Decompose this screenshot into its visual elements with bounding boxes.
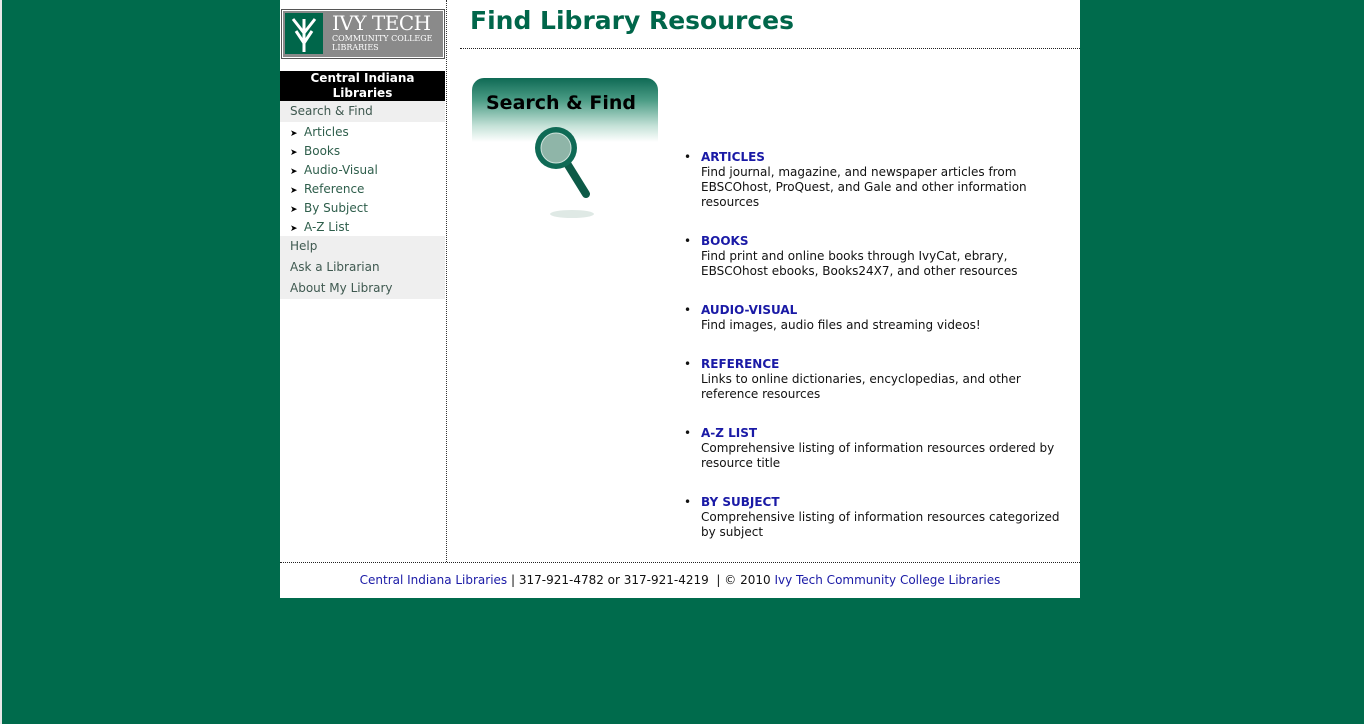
nav-item-label: By Subject	[304, 201, 369, 215]
resource-item-articles: • ARTICLES Find journal, magazine, and n…	[684, 150, 1076, 234]
a-z-list-link[interactable]: A-Z LIST	[701, 426, 1076, 441]
resource-item-a-z-list: • A-Z LIST Comprehensive listing of info…	[684, 426, 1076, 495]
footer-divider	[280, 562, 1080, 563]
page-title: Find Library Resources	[470, 6, 795, 35]
title-divider	[460, 48, 1080, 49]
logo-subtitle: COMMUNITY COLLEGE LIBRARIES	[332, 34, 433, 52]
nav-item-articles[interactable]: ➤ Articles	[280, 123, 445, 144]
nav-ask-a-librarian[interactable]: Ask a Librarian	[280, 257, 445, 278]
resource-item-audio-visual: • AUDIO-VISUAL Find images, audio files …	[684, 303, 1076, 357]
nav-help[interactable]: Help	[280, 236, 445, 257]
books-link[interactable]: BOOKS	[701, 234, 1076, 249]
articles-link[interactable]: ARTICLES	[701, 150, 1076, 165]
sidebar: IVY TECH COMMUNITY COLLEGE LIBRARIES Cen…	[280, 0, 447, 562]
nav-item-label: Audio-Visual	[304, 163, 378, 177]
books-description: Find print and online books through IvyC…	[701, 249, 1018, 278]
nav-item-audio-visual[interactable]: ➤ Audio-Visual	[280, 161, 445, 182]
bullet: •	[684, 234, 692, 248]
audio-visual-link[interactable]: AUDIO-VISUAL	[701, 303, 1076, 318]
bullet: •	[684, 150, 692, 164]
nav-item-label: Reference	[304, 182, 365, 196]
bullet: •	[684, 357, 692, 371]
resource-item-by-subject: • BY SUBJECT Comprehensive listing of in…	[684, 495, 1076, 549]
bullet: •	[684, 495, 692, 509]
nav-item-reference[interactable]: ➤ Reference	[280, 180, 445, 201]
logo-title: IVY TECH	[332, 11, 431, 35]
site-title-line2: Libraries	[332, 86, 393, 100]
site-title-line1: Central Indiana	[310, 71, 415, 85]
resource-list: • ARTICLES Find journal, magazine, and n…	[684, 150, 1076, 549]
nav-item-by-subject[interactable]: ➤ By Subject	[280, 199, 445, 220]
resource-item-reference: • REFERENCE Links to online dictionaries…	[684, 357, 1076, 426]
a-z-list-description: Comprehensive listing of information res…	[701, 441, 1055, 470]
ivy-leaf-icon	[285, 13, 323, 54]
articles-description: Find journal, magazine, and newspaper ar…	[701, 165, 1027, 209]
footer-college-link[interactable]: Ivy Tech Community College Libraries	[774, 573, 1000, 587]
nav-about-my-library[interactable]: About My Library	[280, 278, 445, 299]
page-container: IVY TECH COMMUNITY COLLEGE LIBRARIES Cen…	[280, 0, 1080, 598]
nav-search-find[interactable]: Search & Find	[280, 101, 445, 122]
footer-contact-text: | 317-921-4782 or 317-921-4219 | © 2010	[507, 573, 775, 587]
nav-item-label: Articles	[304, 125, 349, 139]
nav-item-label: A-Z List	[304, 220, 350, 234]
logo-subtitle-line1: COMMUNITY COLLEGE	[332, 34, 433, 43]
bullet: •	[684, 303, 692, 317]
magnifying-glass-icon	[535, 127, 594, 218]
site-title: Central Indiana Libraries	[280, 71, 445, 101]
audio-visual-description: Find images, audio files and streaming v…	[701, 318, 981, 332]
footer-org-link[interactable]: Central Indiana Libraries	[360, 573, 508, 587]
nav-item-books[interactable]: ➤ Books	[280, 142, 445, 163]
reference-link[interactable]: REFERENCE	[701, 357, 1076, 372]
window-edge	[0, 0, 2, 724]
logo-subtitle-line2: LIBRARIES	[332, 43, 379, 52]
by-subject-link[interactable]: BY SUBJECT	[701, 495, 1076, 510]
ivy-tech-logo[interactable]: IVY TECH COMMUNITY COLLEGE LIBRARIES	[281, 9, 445, 59]
bullet: •	[684, 426, 692, 440]
banner-title: Search & Find	[486, 92, 636, 114]
reference-description: Links to online dictionaries, encycloped…	[701, 372, 1021, 401]
resource-item-books: • BOOKS Find print and online books thro…	[684, 234, 1076, 303]
footer: Central Indiana Libraries | 317-921-4782…	[280, 573, 1080, 587]
nav-item-label: Books	[304, 144, 341, 158]
by-subject-description: Comprehensive listing of information res…	[701, 510, 1060, 539]
